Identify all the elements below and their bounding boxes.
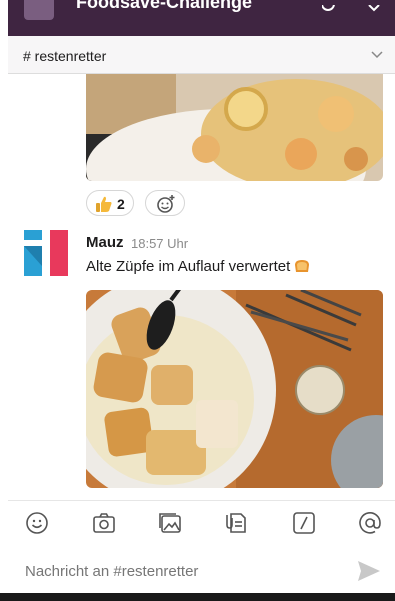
workspace-avatar[interactable] [24,0,54,20]
camera-icon[interactable] [92,511,118,535]
message-author[interactable]: Mauz [86,234,124,251]
workspace-header: Foodsave-Challenge [8,0,395,36]
message-timestamp: 18:57 Uhr [131,236,189,251]
avatar[interactable] [24,230,68,276]
slash-command-icon[interactable] [292,511,318,535]
emoji-icon[interactable] [25,511,51,535]
search-icon[interactable] [321,0,336,16]
bottom-edge [0,593,395,601]
thumbs-up-icon [95,195,113,218]
chevron-icon[interactable] [368,0,380,16]
message-body: Alte Züpfe im Auflauf verwertet [86,258,291,275]
reaction-count: 2 [117,196,125,212]
channel-name[interactable]: # restenretter [23,48,106,64]
add-reaction-button[interactable] [145,190,185,216]
file-icon[interactable] [224,511,250,535]
chevron-down-icon[interactable] [371,47,383,65]
workspace-title[interactable]: Foodsave-Challenge [76,0,252,13]
add-reaction-icon [156,194,176,219]
mention-icon[interactable] [358,511,384,535]
reaction-thumbs-up[interactable]: 2 [86,190,134,216]
send-icon[interactable] [357,560,381,587]
photo-casserole[interactable] [86,290,383,488]
channel-header[interactable]: # restenretter [8,36,395,74]
message-input[interactable]: Nachricht an #restenretter [25,563,198,580]
bread-emoji-icon [294,258,310,275]
composer-divider [8,500,395,501]
image-icon[interactable] [158,511,184,535]
message-text: Alte Züpfe im Auflauf verwertet [86,258,310,275]
photo-pasta[interactable] [86,74,383,181]
